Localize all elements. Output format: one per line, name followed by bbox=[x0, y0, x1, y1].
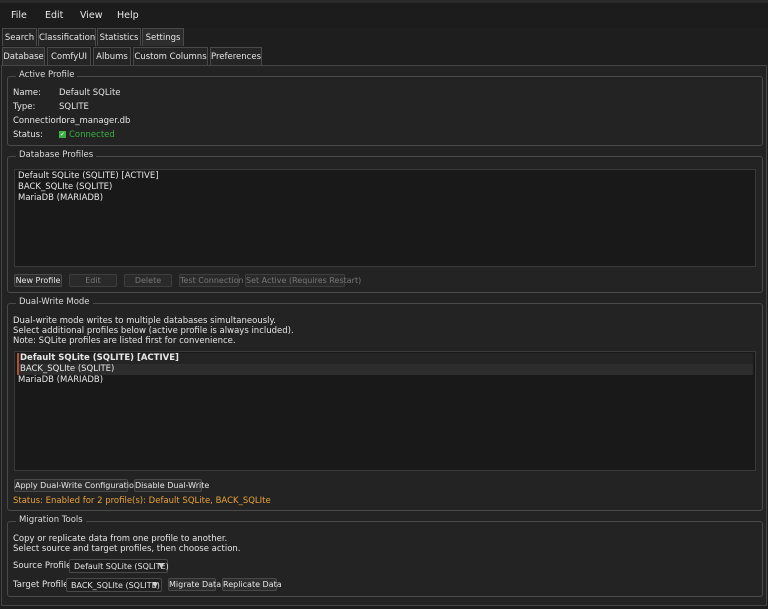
check-icon: ✓ bbox=[59, 131, 66, 138]
database-profiles-group: Database Profiles Default SQLite (SQLITE… bbox=[7, 150, 763, 293]
source-profile-select[interactable]: Default SQLite (SQLITE) ▼ bbox=[69, 559, 169, 573]
menu-bar: File Edit View Help bbox=[0, 0, 768, 28]
target-profile-label: Target Profile: bbox=[13, 580, 72, 590]
apply-dual-write-button[interactable]: Apply Dual-Write Configuration bbox=[14, 479, 139, 492]
list-item[interactable]: BACK_SQLIte (SQLITE) bbox=[17, 364, 753, 375]
dual-write-profile-list[interactable]: Default SQLite (SQLITE) [ACTIVE] BACK_SQ… bbox=[14, 351, 756, 471]
list-item[interactable]: MariaDB (MARIADB) bbox=[17, 193, 753, 204]
profile-type: SQLITE bbox=[59, 102, 89, 112]
tab-custom-columns[interactable]: Custom Columns bbox=[133, 47, 208, 65]
list-item[interactable]: Default SQLite (SQLITE) [ACTIVE] bbox=[17, 353, 753, 364]
chevron-down-icon: ▼ bbox=[158, 562, 164, 570]
group-title: Database Profiles bbox=[16, 150, 97, 160]
tab-statistics[interactable]: Statistics bbox=[97, 28, 141, 46]
main-tab-bar: Search Classification Statistics Setting… bbox=[0, 28, 768, 47]
dual-write-group: Dual-Write Mode Dual-write mode writes t… bbox=[7, 297, 763, 511]
settings-tab-bar: Database ComfyUI Albums Custom Columns P… bbox=[0, 47, 768, 66]
connection-label: Connection: bbox=[13, 116, 64, 126]
dual-write-note: Note: SQLite profiles are listed first f… bbox=[13, 336, 236, 346]
menu-edit[interactable]: Edit bbox=[45, 10, 63, 21]
list-item[interactable]: Default SQLite (SQLITE) [ACTIVE] bbox=[17, 171, 753, 182]
dual-write-status: Status: Enabled for 2 profile(s): Defaul… bbox=[13, 496, 271, 506]
tab-classification[interactable]: Classification bbox=[38, 28, 96, 46]
tab-database[interactable]: Database bbox=[2, 47, 45, 65]
group-title: Active Profile bbox=[16, 70, 78, 80]
target-profile-select[interactable]: BACK_SQLIte (SQLITE) ▼ bbox=[66, 578, 162, 592]
active-profile-group: Active Profile Name: Default SQLite Type… bbox=[7, 70, 763, 146]
profile-list[interactable]: Default SQLite (SQLITE) [ACTIVE] BACK_SQ… bbox=[14, 169, 756, 267]
dual-write-instructions: Select additional profiles below (active… bbox=[13, 326, 294, 336]
type-label: Type: bbox=[13, 102, 36, 112]
menu-help[interactable]: Help bbox=[117, 10, 139, 21]
replicate-data-button[interactable]: Replicate Data bbox=[222, 578, 282, 591]
tab-comfyui[interactable]: ComfyUI bbox=[47, 47, 91, 65]
tab-albums[interactable]: Albums bbox=[93, 47, 131, 65]
set-active-button[interactable]: Set Active (Requires Restart) bbox=[245, 274, 361, 287]
migration-instructions: Select source and target profiles, then … bbox=[13, 544, 241, 554]
new-profile-button[interactable]: New Profile bbox=[14, 274, 62, 287]
source-profile-value: Default SQLite (SQLITE) bbox=[74, 562, 169, 571]
list-item[interactable]: BACK_SQLIte (SQLITE) bbox=[17, 182, 753, 193]
target-profile-value: BACK_SQLIte (SQLITE) bbox=[71, 581, 160, 590]
profile-name: Default SQLite bbox=[59, 88, 121, 98]
edit-profile-button[interactable]: Edit bbox=[69, 274, 117, 287]
delete-profile-button[interactable]: Delete bbox=[124, 274, 172, 287]
chevron-down-icon: ▼ bbox=[152, 581, 158, 589]
group-title: Migration Tools bbox=[16, 515, 86, 525]
dual-write-description: Dual-write mode writes to multiple datab… bbox=[13, 316, 277, 326]
migrate-data-button[interactable]: Migrate Data bbox=[168, 578, 221, 591]
group-title: Dual-Write Mode bbox=[16, 297, 93, 307]
migration-tools-group: Migration Tools Copy or replicate data f… bbox=[7, 515, 763, 597]
disable-dual-write-button[interactable]: Disable Dual-Write bbox=[134, 479, 209, 492]
source-profile-label: Source Profile: bbox=[13, 561, 75, 571]
test-connection-button[interactable]: Test Connection bbox=[179, 274, 244, 287]
tab-preferences[interactable]: Preferences bbox=[210, 47, 262, 65]
status-badge: ✓ Connected bbox=[59, 130, 115, 140]
status-label: Status: bbox=[13, 130, 43, 140]
migration-description: Copy or replicate data from one profile … bbox=[13, 534, 228, 544]
tab-search[interactable]: Search bbox=[2, 28, 37, 46]
tab-settings[interactable]: Settings bbox=[142, 28, 184, 46]
menu-view[interactable]: View bbox=[80, 10, 103, 21]
status-text: Connected bbox=[69, 130, 115, 140]
name-label: Name: bbox=[13, 88, 41, 98]
list-item[interactable]: MariaDB (MARIADB) bbox=[17, 375, 753, 386]
profile-connection: lora_manager.db bbox=[59, 116, 131, 126]
menu-file[interactable]: File bbox=[11, 10, 27, 21]
